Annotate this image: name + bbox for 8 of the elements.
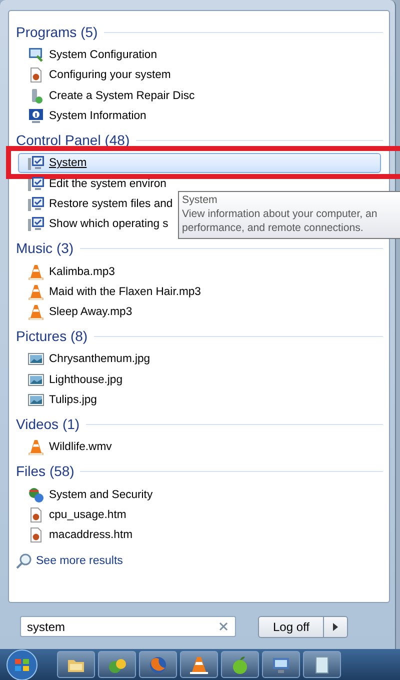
tooltip-text: View information about your computer, an: [182, 207, 378, 221]
section-heading: Programs (5): [16, 24, 98, 40]
section-heading: Music (3): [16, 240, 74, 256]
section-heading: Files (58): [16, 463, 74, 480]
tooltip-text: performance, and remote connections.: [182, 221, 364, 235]
section-heading: Videos (1): [16, 416, 80, 432]
tooltip-title: System: [182, 193, 218, 207]
section-heading: Pictures (8): [16, 328, 88, 344]
